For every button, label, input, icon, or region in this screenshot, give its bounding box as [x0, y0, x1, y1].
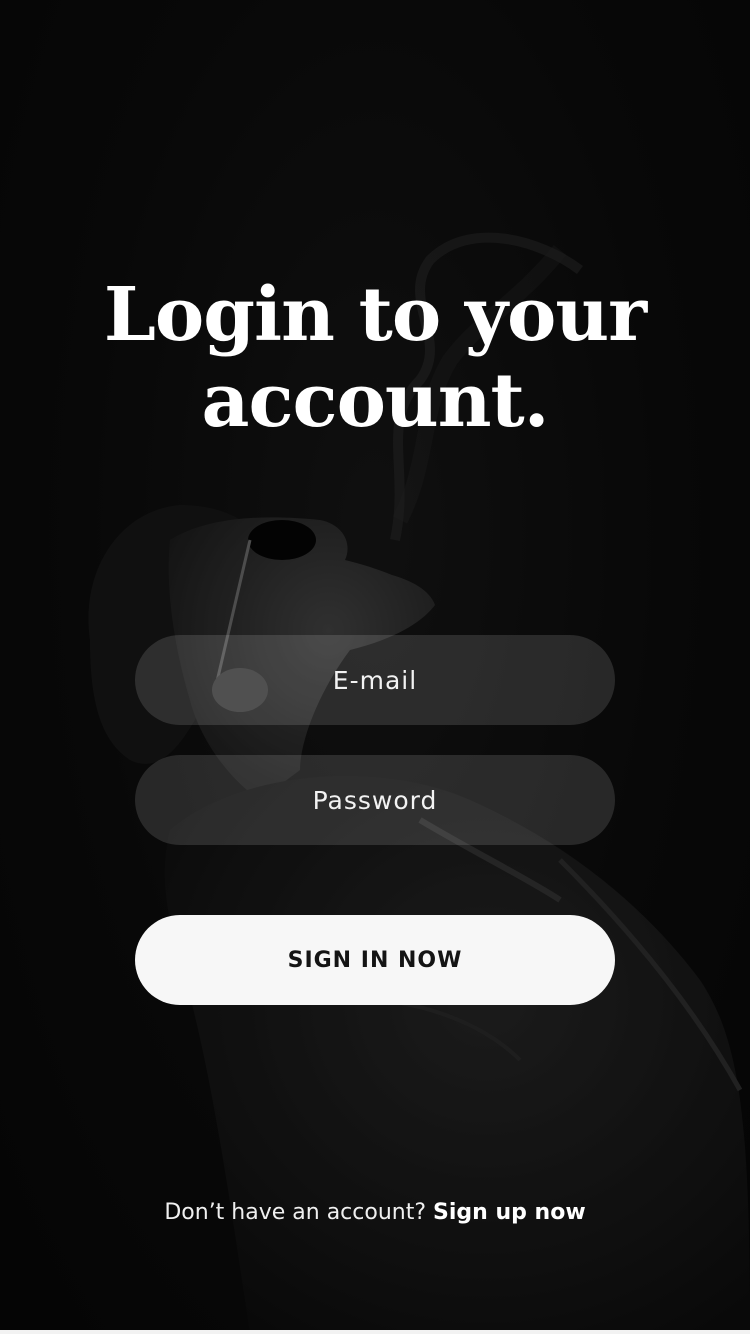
email-field[interactable] — [135, 635, 615, 725]
page-title-line-1: Login to your — [103, 272, 647, 358]
signup-prompt-text: Don’t have an account? — [164, 1200, 434, 1225]
password-input[interactable] — [135, 785, 615, 815]
password-field[interactable] — [135, 755, 615, 845]
signup-prompt: Don’t have an account? Sign up now — [0, 1200, 750, 1225]
page-title: Login to your account. — [0, 272, 750, 444]
sign-in-button[interactable]: SIGN IN NOW — [135, 915, 615, 1005]
sign-up-link[interactable]: Sign up now — [433, 1200, 586, 1225]
email-input[interactable] — [135, 665, 615, 695]
bottom-divider — [0, 1330, 750, 1334]
page-title-line-2: account. — [201, 358, 550, 444]
login-screen: Login to your account. SIGN IN NOW Don’t… — [0, 0, 750, 1334]
